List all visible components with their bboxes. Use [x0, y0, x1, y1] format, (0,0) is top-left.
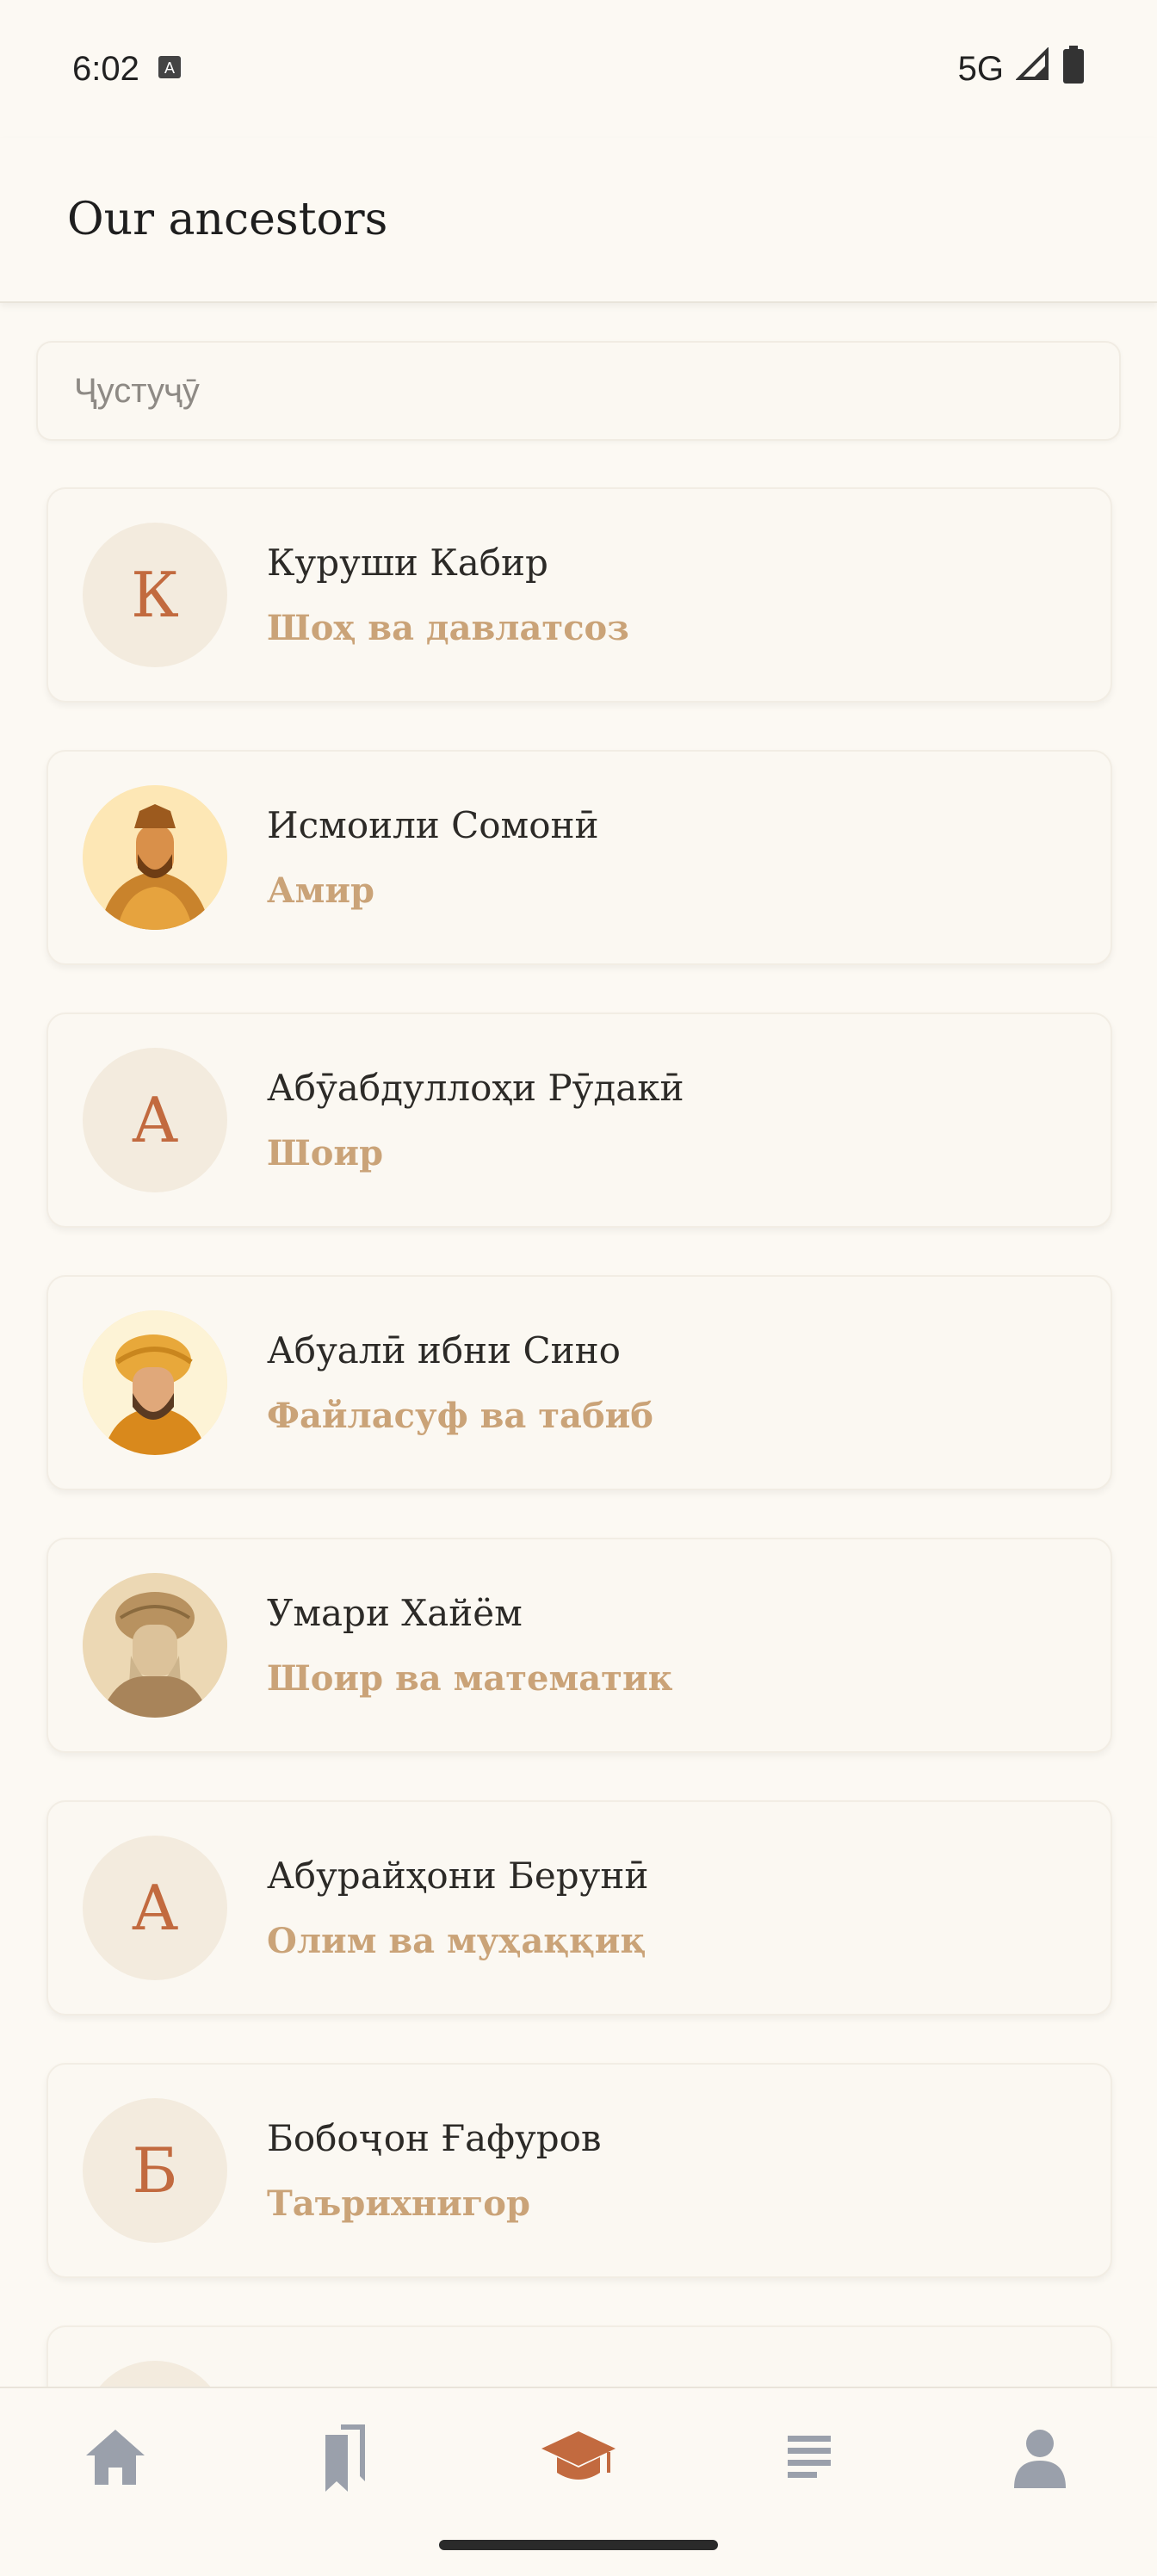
- nav-home[interactable]: [64, 2406, 167, 2509]
- graduation-cap-icon: [541, 2431, 616, 2480]
- status-bar: 6:02 A 5G: [0, 0, 1157, 138]
- list-item[interactable]: К Куруши Кабир Шоҳ ва давлатсоз: [46, 487, 1112, 703]
- list-item[interactable]: Б Бобоҷон Ғафуров Таърихнигор: [46, 2063, 1112, 2278]
- ancestor-role: Таърихнигор: [267, 2183, 530, 2224]
- home-icon: [86, 2430, 145, 2485]
- keyboard-indicator-icon: A: [157, 50, 183, 89]
- signal-icon: [1015, 46, 1050, 90]
- avatar-initial: Б: [132, 2134, 178, 2207]
- status-time: 6:02: [72, 49, 139, 88]
- avatar: А: [83, 1836, 227, 1980]
- avatar-initial: А: [131, 1872, 179, 1944]
- search-input[interactable]: [36, 341, 1121, 441]
- ancestor-role: Олим ва муҳаққиқ: [267, 1921, 647, 1961]
- ancestor-name: Абӯабдуллоҳи Рӯдакӣ: [267, 1067, 684, 1109]
- ancestor-role: Шоир: [267, 1133, 384, 1173]
- ancestor-name: Умари Хайём: [267, 1592, 523, 1634]
- sepia-engraving-portrait-icon: [83, 1573, 227, 1718]
- bookmarks-icon: [325, 2424, 365, 2492]
- ancestor-role: Шоир ва математик: [267, 1658, 673, 1699]
- app-bar: Our ancestors: [0, 138, 1157, 303]
- list-icon: [788, 2436, 831, 2478]
- svg-text:A: A: [164, 59, 175, 77]
- avatar-initial: А: [131, 1084, 179, 1156]
- avatar: А: [83, 1048, 227, 1192]
- network-type: 5G: [957, 49, 1004, 88]
- warrior-portrait-icon: [83, 785, 227, 930]
- ancestor-name: Куруши Кабир: [267, 542, 548, 584]
- ancestor-name: Абурайҳони Берунӣ: [267, 1855, 649, 1897]
- profile-icon: [1014, 2430, 1066, 2488]
- page-title: Our ancestors: [67, 194, 388, 245]
- list-item[interactable]: А Абӯабдуллоҳи Рӯдакӣ Шоир: [46, 1012, 1112, 1228]
- list-item[interactable]: Исмоили Сомонӣ Амир: [46, 750, 1112, 965]
- nav-list[interactable]: [758, 2406, 861, 2509]
- avatar-initial: К: [131, 559, 179, 631]
- nav-profile[interactable]: [988, 2406, 1092, 2509]
- home-indicator[interactable]: [439, 2540, 718, 2550]
- avatar: Б: [83, 2098, 227, 2243]
- avatar: [83, 1573, 227, 1718]
- ancestor-name: Абуалӣ ибни Сино: [267, 1329, 621, 1372]
- ancestor-role: Файласуф ва табиб: [267, 1396, 653, 1436]
- list-item[interactable]: Абуалӣ ибни Сино Файласуф ва табиб: [46, 1275, 1112, 1490]
- nav-learning[interactable]: [527, 2406, 630, 2509]
- scholar-turban-portrait-icon: [83, 1310, 227, 1455]
- nav-bookmarks[interactable]: [294, 2406, 398, 2509]
- list-item[interactable]: А Абурайҳони Берунӣ Олим ва муҳаққиқ: [46, 1800, 1112, 2016]
- list-item[interactable]: Умари Хайём Шоир ва математик: [46, 1538, 1112, 1753]
- avatar: [83, 1310, 227, 1455]
- ancestor-name: Бобоҷон Ғафуров: [267, 2117, 602, 2159]
- ancestor-role: Шоҳ ва давлатсоз: [267, 608, 629, 648]
- ancestor-role: Амир: [267, 870, 374, 911]
- battery-icon: [1062, 46, 1085, 92]
- ancestor-name: Исмоили Сомонӣ: [267, 804, 599, 846]
- avatar: [83, 785, 227, 930]
- avatar: К: [83, 523, 227, 667]
